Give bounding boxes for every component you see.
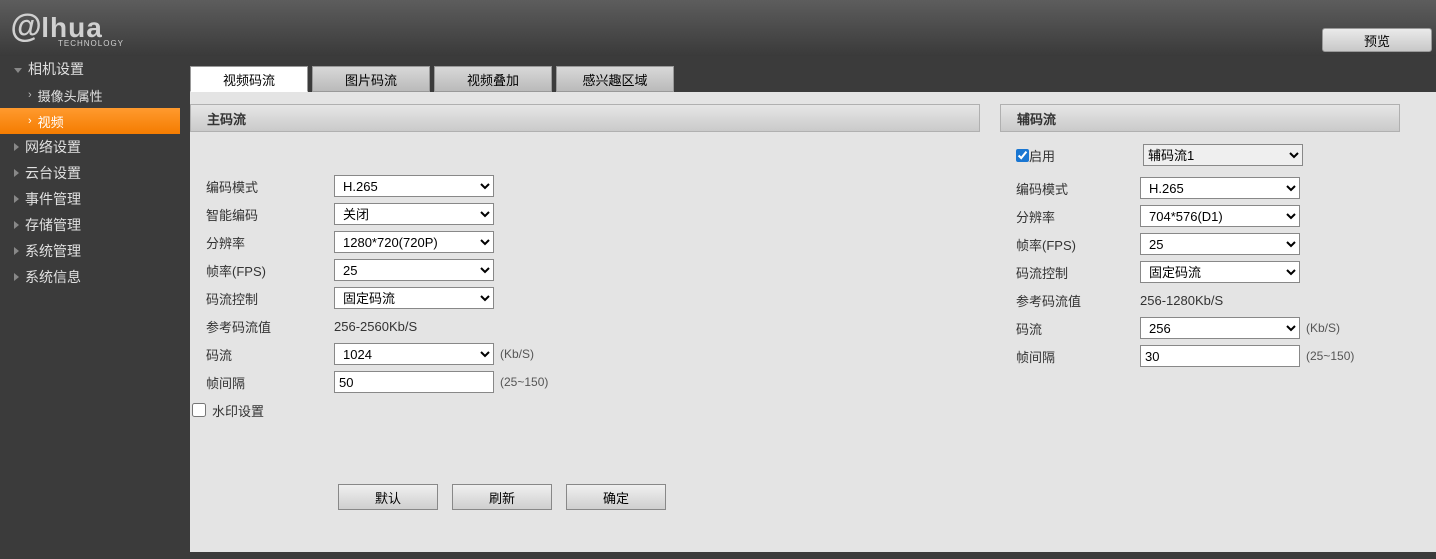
sub-bitrate-ctrl-select[interactable]: 固定码流 xyxy=(1140,261,1300,283)
sub-bitrate-ctrl-label: 码流控制 xyxy=(1016,263,1140,282)
bitrate-select[interactable]: 1024 xyxy=(334,343,494,365)
resolution-label: 分辨率 xyxy=(206,233,334,252)
bitrate-ctrl-label: 码流控制 xyxy=(206,289,334,308)
sub-enable-label: 启用 xyxy=(1029,146,1055,165)
bitrate-ctrl-select[interactable]: 固定码流 xyxy=(334,287,494,309)
sub-resolution-label: 分辨率 xyxy=(1016,207,1140,226)
bitrate-suffix: (Kb/S) xyxy=(500,347,534,361)
main-stream-panel: 主码流 编码模式 H.265 智能编码 关闭 分辨率 1280*720(720P… xyxy=(190,104,980,512)
sub-bitrate-select[interactable]: 256 xyxy=(1140,317,1300,339)
fps-select[interactable]: 25 xyxy=(334,259,494,281)
sidebar-item-label: 事件管理 xyxy=(25,189,81,209)
tab-image-stream[interactable]: 图片码流 xyxy=(312,66,430,92)
chevron-right-icon xyxy=(14,273,19,281)
sub-enable-checkbox[interactable] xyxy=(1016,149,1029,162)
content: 主码流 编码模式 H.265 智能编码 关闭 分辨率 1280*720(720P… xyxy=(190,92,1436,552)
sidebar-item-network[interactable]: 网络设置 xyxy=(0,134,180,160)
sidebar-item-label: 相机设置 xyxy=(28,59,84,79)
sidebar-item-label: 网络设置 xyxy=(25,137,81,157)
logo-sub: TECHNOLOGY xyxy=(58,39,124,48)
sub-stream-select[interactable]: 辅码流1 xyxy=(1143,144,1303,166)
sidebar-item-camera-properties[interactable]: › 摄像头属性 xyxy=(0,82,180,108)
default-button[interactable]: 默认 xyxy=(338,484,438,510)
logo-at: @ xyxy=(10,8,41,45)
sidebar-item-label: 系统信息 xyxy=(25,267,81,287)
sub-iframe-input[interactable] xyxy=(1140,345,1300,367)
tab-roi[interactable]: 感兴趣区域 xyxy=(556,66,674,92)
tab-video-stream[interactable]: 视频码流 xyxy=(190,66,308,92)
sub-fps-select[interactable]: 25 xyxy=(1140,233,1300,255)
preview-button[interactable]: 预览 xyxy=(1322,28,1432,52)
refresh-button[interactable]: 刷新 xyxy=(452,484,552,510)
sub-ref-bitrate-label: 参考码流值 xyxy=(1016,291,1140,310)
encode-mode-select[interactable]: H.265 xyxy=(334,175,494,197)
sidebar-item-camera-settings[interactable]: 相机设置 xyxy=(0,56,180,82)
sidebar-item-system[interactable]: 系统管理 xyxy=(0,238,180,264)
sub-fps-label: 帧率(FPS) xyxy=(1016,235,1140,254)
sidebar-item-event[interactable]: 事件管理 xyxy=(0,186,180,212)
sidebar-item-info[interactable]: 系统信息 xyxy=(0,264,180,290)
chevron-right-icon: › xyxy=(28,89,32,101)
sub-bitrate-suffix: (Kb/S) xyxy=(1306,321,1340,335)
sidebar: 相机设置 › 摄像头属性 › 视频 网络设置 云台设置 事件管理 存储管理 系统… xyxy=(0,56,180,559)
sub-iframe-suffix: (25~150) xyxy=(1306,349,1354,363)
bitrate-label: 码流 xyxy=(206,345,334,364)
sidebar-item-ptz[interactable]: 云台设置 xyxy=(0,160,180,186)
sub-stream-header: 辅码流 xyxy=(1000,104,1400,132)
sub-iframe-label: 帧间隔 xyxy=(1016,347,1140,366)
chevron-right-icon xyxy=(14,247,19,255)
ref-bitrate-value: 256-2560Kb/S xyxy=(334,319,417,334)
sidebar-item-label: 系统管理 xyxy=(25,241,81,261)
main-stream-header: 主码流 xyxy=(190,104,980,132)
logo: @ lhua TECHNOLOGY xyxy=(10,8,124,48)
watermark-label: 水印设置 xyxy=(212,401,264,420)
tab-overlay[interactable]: 视频叠加 xyxy=(434,66,552,92)
watermark-checkbox[interactable] xyxy=(192,403,206,417)
main-panel: 视频码流 图片码流 视频叠加 感兴趣区域 主码流 编码模式 H.265 智能编码… xyxy=(180,56,1436,559)
chevron-down-icon xyxy=(14,68,22,73)
sub-resolution-select[interactable]: 704*576(D1) xyxy=(1140,205,1300,227)
header: @ lhua TECHNOLOGY 预览 xyxy=(0,0,1436,56)
sidebar-item-storage[interactable]: 存储管理 xyxy=(0,212,180,238)
chevron-right-icon xyxy=(14,169,19,177)
chevron-right-icon: › xyxy=(28,115,32,127)
resolution-select[interactable]: 1280*720(720P) xyxy=(334,231,494,253)
smart-codec-label: 智能编码 xyxy=(206,205,334,224)
ref-bitrate-label: 参考码流值 xyxy=(206,317,334,336)
fps-label: 帧率(FPS) xyxy=(206,261,334,280)
chevron-right-icon xyxy=(14,143,19,151)
sub-bitrate-label: 码流 xyxy=(1016,319,1140,338)
sub-stream-panel: 辅码流 启用 辅码流1 编码模式 H.265 分辨率 704*576(D1) xyxy=(1000,104,1400,512)
sidebar-item-label: 摄像头属性 xyxy=(38,86,103,105)
sub-ref-bitrate-value: 256-1280Kb/S xyxy=(1140,293,1223,308)
iframe-input[interactable] xyxy=(334,371,494,393)
sidebar-item-label: 视频 xyxy=(38,112,64,131)
smart-codec-select[interactable]: 关闭 xyxy=(334,203,494,225)
sub-encode-mode-label: 编码模式 xyxy=(1016,179,1140,198)
sub-encode-mode-select[interactable]: H.265 xyxy=(1140,177,1300,199)
chevron-right-icon xyxy=(14,195,19,203)
iframe-label: 帧间隔 xyxy=(206,373,334,392)
ok-button[interactable]: 确定 xyxy=(566,484,666,510)
encode-mode-label: 编码模式 xyxy=(206,177,334,196)
sidebar-item-label: 云台设置 xyxy=(25,163,81,183)
tabs: 视频码流 图片码流 视频叠加 感兴趣区域 xyxy=(180,66,1436,92)
sidebar-item-label: 存储管理 xyxy=(25,215,81,235)
chevron-right-icon xyxy=(14,221,19,229)
sidebar-item-video[interactable]: › 视频 xyxy=(0,108,180,134)
iframe-suffix: (25~150) xyxy=(500,375,548,389)
